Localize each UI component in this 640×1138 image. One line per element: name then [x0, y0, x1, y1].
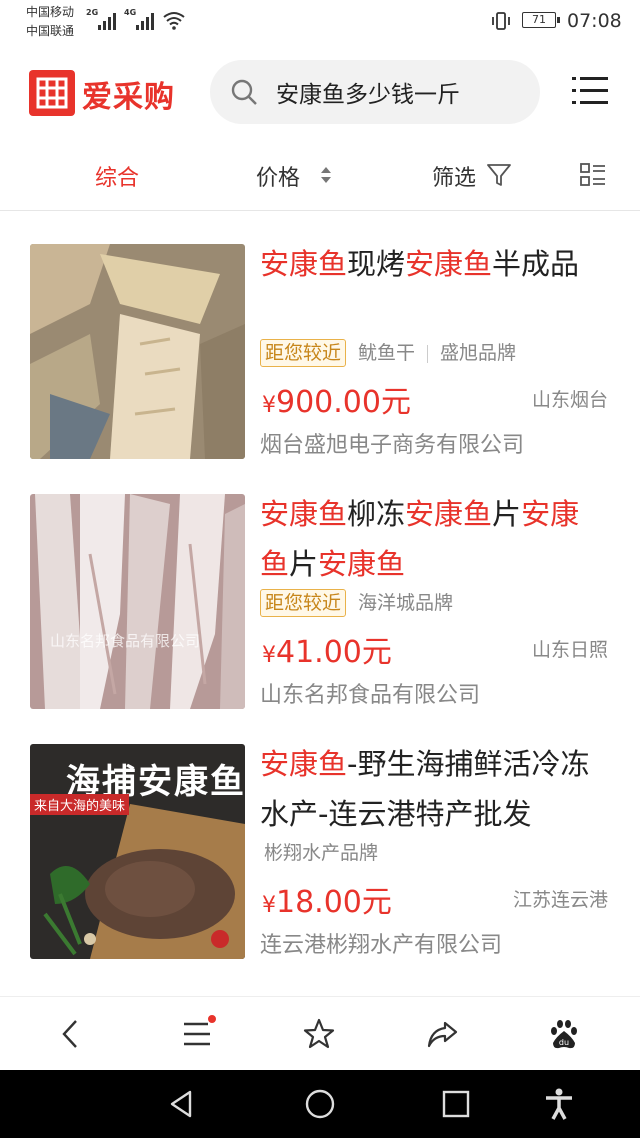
title-highlight: 安康鱼: [405, 497, 493, 531]
wifi-icon: [163, 12, 185, 30]
logo-icon[interactable]: [29, 70, 75, 116]
title-text: 现烤: [347, 247, 406, 281]
sort-bar: 综合 价格 筛选: [0, 140, 640, 211]
price-value: 900.00元: [276, 385, 411, 420]
product-location: 江苏连云港: [512, 889, 608, 911]
brand-name[interactable]: 爱采购: [82, 72, 175, 116]
title-highlight: 安康鱼: [260, 497, 348, 531]
network-type-2: 4G: [124, 8, 137, 17]
title-text: 半成品: [492, 247, 580, 281]
company-name[interactable]: 烟台盛旭电子商务有限公司: [260, 427, 524, 459]
baidu-icon[interactable]: du: [547, 1017, 581, 1051]
tag-brand: 海洋城品牌: [358, 592, 454, 614]
tab-comprehensive[interactable]: 综合: [95, 160, 139, 192]
header: 爱采购: [0, 44, 640, 140]
product-title[interactable]: 安康鱼柳冻安康鱼片安康鱼片安康鱼: [260, 489, 605, 589]
search-input[interactable]: [276, 60, 526, 124]
filter-icon[interactable]: [486, 162, 512, 188]
tag-row: 距您较近 鱿鱼干 盛旭品牌: [260, 339, 516, 367]
title-highlight: 安康鱼: [318, 547, 406, 581]
share-icon[interactable]: [425, 1017, 459, 1051]
price-value: 18.00元: [276, 885, 392, 920]
search-bar[interactable]: [210, 60, 540, 124]
currency-symbol: ¥: [262, 643, 276, 668]
star-icon[interactable]: [302, 1017, 336, 1051]
back-icon[interactable]: [54, 1017, 88, 1051]
product-location: 山东日照: [531, 639, 608, 661]
nav-home-icon[interactable]: [304, 1088, 336, 1120]
product-image[interactable]: 海捕安康鱼 来自大海的美味: [30, 744, 245, 959]
price-value: 41.00元: [276, 635, 392, 670]
title-text: 片: [289, 547, 319, 581]
currency-symbol: ¥: [262, 393, 276, 418]
title-text: 柳冻: [347, 497, 406, 531]
system-nav-bar: [0, 1070, 640, 1138]
menu-icon[interactable]: [572, 74, 608, 108]
image-subtitle: 来自大海的美味: [30, 794, 130, 815]
signal-icon-2: [136, 12, 156, 30]
product-image[interactable]: [30, 244, 245, 459]
tag-row: 彬翔水产品牌: [260, 839, 378, 867]
product-title[interactable]: 安康鱼-野生海捕鲜活冷冻水产-连云港特产批发: [260, 739, 605, 839]
title-highlight: 安康鱼: [405, 247, 493, 281]
tag-brand: 盛旭品牌: [440, 342, 517, 364]
company-name[interactable]: 连云港彬翔水产有限公司: [260, 927, 502, 959]
company-name[interactable]: 山东名邦食品有限公司: [260, 677, 480, 709]
product-title[interactable]: 安康鱼现烤安康鱼半成品: [260, 239, 605, 289]
nearby-badge: 距您较近: [260, 589, 347, 617]
divider: [427, 344, 429, 363]
tab-price[interactable]: 价格: [256, 160, 300, 192]
svg-text:du: du: [559, 1038, 569, 1047]
nearby-badge: 距您较近: [260, 339, 347, 367]
carrier-2: 中国联通: [26, 24, 75, 38]
image-watermark: 山东名邦食品有限公司: [50, 632, 201, 650]
title-highlight: 安康鱼: [260, 247, 348, 281]
tag-brand: 彬翔水产品牌: [264, 842, 379, 864]
nav-recent-icon[interactable]: [440, 1088, 472, 1120]
battery-icon: 71: [522, 12, 560, 28]
network-type-1: 2G: [86, 8, 99, 17]
status-bar: 中国移动 中国联通 2G 4G 71 07:08: [0, 0, 640, 44]
browser-toolbar: du: [0, 996, 640, 1071]
tag-category: 鱿鱼干: [358, 342, 416, 364]
list-view-icon[interactable]: [580, 162, 606, 188]
product-item[interactable]: 山东名邦食品有限公司 安康鱼柳冻安康鱼片安康鱼片安康鱼 距您较近 海洋城品牌 ¥4…: [0, 461, 640, 711]
vibrate-icon: [492, 12, 510, 30]
notification-dot: [208, 1015, 216, 1023]
product-price: ¥41.00元: [262, 627, 392, 671]
product-item[interactable]: 海捕安康鱼 来自大海的美味 安康鱼-野生海捕鲜活冷冻水产-连云港特产批发 彬翔水…: [0, 711, 640, 961]
title-highlight: 安康鱼: [260, 747, 348, 781]
product-price: ¥900.00元: [262, 377, 411, 421]
tag-row: 距您较近 海洋城品牌: [260, 589, 453, 617]
accessibility-icon[interactable]: [543, 1088, 575, 1120]
currency-symbol: ¥: [262, 893, 276, 918]
signal-icon: [98, 12, 118, 30]
carrier-1: 中国移动: [26, 5, 75, 19]
title-text: 片: [492, 497, 522, 531]
product-item[interactable]: 安康鱼现烤安康鱼半成品 距您较近 鱿鱼干 盛旭品牌 ¥900.00元 山东烟台 烟台…: [0, 211, 640, 461]
product-location: 山东烟台: [531, 389, 608, 411]
search-icon: [231, 79, 257, 105]
product-image[interactable]: 山东名邦食品有限公司: [30, 494, 245, 709]
tab-filter[interactable]: 筛选: [432, 160, 476, 192]
clock: 07:08: [567, 10, 622, 32]
sort-arrows-icon[interactable]: [318, 164, 334, 186]
nav-back-icon[interactable]: [166, 1088, 198, 1120]
product-price: ¥18.00元: [262, 877, 392, 921]
